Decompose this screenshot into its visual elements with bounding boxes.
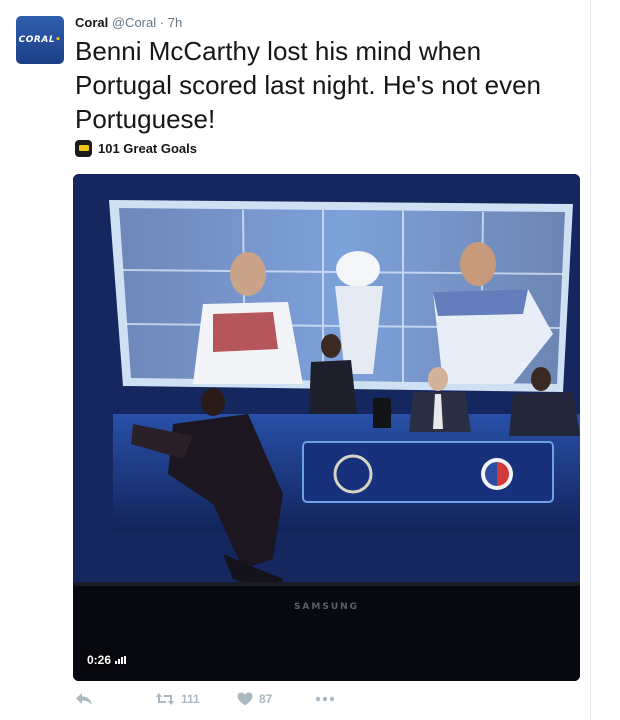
reply-button[interactable] <box>75 689 93 709</box>
more-icon <box>315 696 335 702</box>
signal-icon <box>115 656 127 664</box>
video-duration: 0:26 <box>87 653 127 667</box>
header-separator: · <box>159 15 165 30</box>
source-logo-icon <box>75 139 92 157</box>
column-divider <box>590 0 591 720</box>
retweet-icon <box>156 693 174 705</box>
user-name[interactable]: Coral <box>75 15 108 30</box>
more-button[interactable] <box>315 689 335 709</box>
user-handle[interactable]: @Coral <box>112 15 156 30</box>
like-button[interactable]: 87 <box>237 689 272 709</box>
retweet-button[interactable]: 111 <box>155 689 200 709</box>
retweet-count: 111 <box>181 692 200 706</box>
tweet-header: Coral @Coral · 7h <box>75 14 182 32</box>
video-time-label: 0:26 <box>87 653 112 667</box>
heart-icon <box>237 692 253 706</box>
source-name[interactable]: 101 Great Goals <box>98 141 197 156</box>
video-player[interactable]: SAMSUNG 0:26 <box>73 174 580 681</box>
tv-brand: SAMSUNG <box>293 602 360 612</box>
tweet-page: CORAL• Coral @Coral · 7h Benni McCarthy … <box>0 0 620 720</box>
like-count: 87 <box>259 692 273 706</box>
coral-logo: CORAL• <box>18 35 62 45</box>
tweet-timestamp[interactable]: 7h <box>168 15 182 30</box>
tweet-text: Benni McCarthy lost his mind when Portug… <box>75 36 542 134</box>
tweet-actions: 111 87 <box>75 689 375 709</box>
avatar[interactable]: CORAL• <box>16 16 64 64</box>
reply-icon <box>76 693 92 705</box>
video-source[interactable]: 101 Great Goals <box>75 139 197 157</box>
